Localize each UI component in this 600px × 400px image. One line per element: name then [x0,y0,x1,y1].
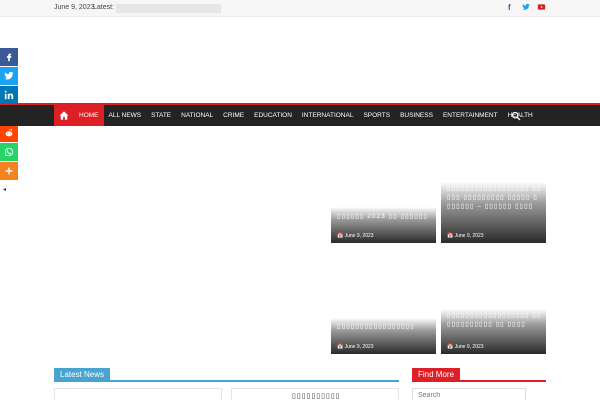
whatsapp-share-icon[interactable] [0,143,18,161]
nav-item-home[interactable]: HOME [74,105,104,126]
featured-post-title[interactable]: ▯▯▯▯▯▯▯▯▯▯▯▯▯▯▯▯▯▯ ▯▯▯▯▯ ▯▯▯▯▯▯▯▯▯ ▯▯▯▯▯… [447,184,542,211]
news-ticker[interactable] [116,4,221,13]
youtube-icon[interactable] [537,3,546,14]
featured-post-date: 📅 June 9, 2023 [337,233,374,239]
featured-post[interactable]: ▯▯▯▯▯▯ 2023 ▯▯ ▯▯▯▯▯▯ 📅 June 9, 2023 [331,207,436,243]
latest-label: Latest: [93,4,115,11]
nav-item-international[interactable]: INTERNATIONAL [297,105,359,126]
nav-item-crime[interactable]: CRIME [218,105,249,126]
twitter-share-icon[interactable] [0,67,18,85]
featured-post-title[interactable]: ▯▯▯▯▯▯▯▯▯▯▯▯▯▯▯▯▯ [337,322,432,331]
featured-post[interactable]: ▯▯▯▯▯▯▯▯▯▯▯▯▯▯▯▯▯▯ ▯▯▯▯▯ ▯▯▯▯▯▯▯▯▯ ▯▯▯▯▯… [441,182,546,243]
current-date: June 9, 2023 [54,4,95,11]
featured-post[interactable]: ▯▯▯▯▯▯▯▯▯▯▯▯▯▯▯▯▯ 📅 June 9, 2023 [331,318,436,354]
featured-post-date: 📅 June 9, 2023 [447,344,484,350]
facebook-share-icon[interactable] [0,48,18,66]
nav-item-entertainment[interactable]: ENTERTAINMENT [438,105,503,126]
nav-item-state[interactable]: STATE [146,105,176,126]
hide-share-toggle[interactable]: ◂ [3,186,6,193]
featured-post[interactable]: ▯▯▯▯▯▯▯▯▯▯▯▯▯▯▯▯▯▯ ▯▯▯▯▯▯▯▯▯▯▯▯ ▯▯ ▯▯▯▯ … [441,309,546,354]
nav-item-sports[interactable]: SPORTS [358,105,395,126]
main-navigation: HOME ALL NEWS STATE NATIONAL CRIME EDUCA… [0,103,600,126]
featured-post-date: 📅 June 9, 2023 [337,344,374,350]
news-card-title[interactable]: ▯▯▯▯▯▯▯▯▯▯ [292,392,341,400]
top-bar: June 9, 2023 Latest: f [0,0,600,17]
find-more-header: Find More [412,368,546,382]
linkedin-share-icon[interactable] [0,86,18,104]
search-icon[interactable] [510,110,522,122]
nav-item-education[interactable]: EDUCATION [249,105,297,126]
featured-post-title[interactable]: ▯▯▯▯▯▯ 2023 ▯▯ ▯▯▯▯▯▯ [337,212,432,221]
news-card[interactable] [54,388,222,400]
nav-item-all-news[interactable]: ALL NEWS [104,105,147,126]
page: June 9, 2023 Latest: f ◂ HOME ALL NEWS S… [0,0,600,400]
reddit-share-icon[interactable] [0,124,18,142]
featured-post-title[interactable]: ▯▯▯▯▯▯▯▯▯▯▯▯▯▯▯▯▯▯ ▯▯▯▯▯▯▯▯▯▯▯▯ ▯▯ ▯▯▯▯ [447,311,542,329]
home-icon[interactable] [54,105,74,126]
facebook-icon[interactable]: f [508,3,511,13]
nav-item-national[interactable]: NATIONAL [176,105,218,126]
more-share-icon[interactable] [0,162,18,180]
latest-news-header: Latest News [54,368,399,382]
search-input[interactable] [412,388,526,400]
twitter-icon[interactable] [522,3,530,14]
find-more-label: Find More [412,368,461,382]
nav-item-business[interactable]: BUSINESS [395,105,438,126]
latest-news-label: Latest News [54,368,111,382]
featured-post-date: 📅 June 9, 2023 [447,233,484,239]
